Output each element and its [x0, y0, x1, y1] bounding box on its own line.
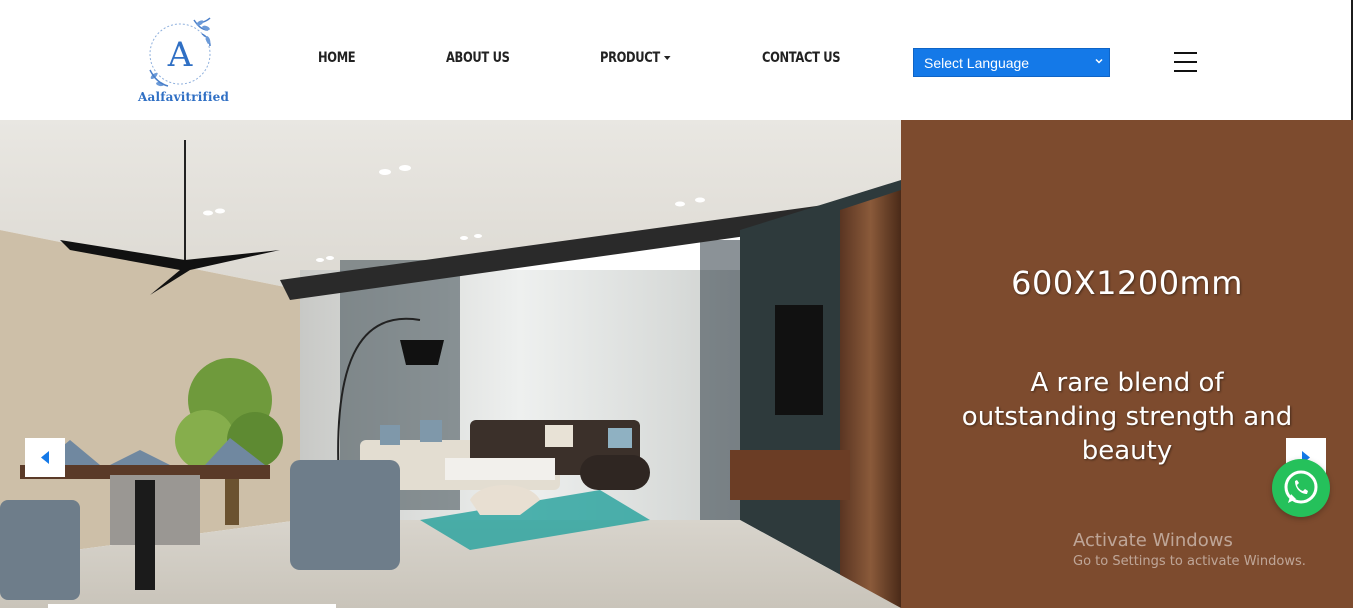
chevron-down-icon [1095, 58, 1103, 64]
nav-about-us[interactable]: ABOUT US [446, 50, 510, 66]
windows-activation-watermark: Activate Windows Go to Settings to activ… [1073, 530, 1306, 572]
svg-text:A: A [167, 35, 193, 75]
caret-left-icon [41, 451, 49, 464]
hamburger-line [1174, 61, 1197, 63]
hero-tagline: A rare blend of outstanding strength and… [961, 368, 1293, 466]
nav-product[interactable]: PRODUCT [600, 50, 671, 66]
carousel-prev-button[interactable] [25, 438, 65, 477]
caret-down-icon [663, 56, 671, 60]
activate-windows-subtitle: Go to Settings to activate Windows. [1073, 554, 1306, 569]
hamburger-line [1174, 52, 1197, 54]
whatsapp-chat-button[interactable] [1272, 459, 1330, 517]
activate-windows-title: Activate Windows [1073, 530, 1233, 551]
language-select-value: Select Language [924, 55, 1030, 71]
page: A Aalfavitrified HOME ABOUT US PRODUCT C… [0, 0, 1353, 608]
whatsapp-icon [1284, 470, 1318, 504]
nav-contact-us[interactable]: CONTACT US [762, 50, 841, 66]
menu-toggle-button[interactable] [1174, 52, 1198, 74]
nav-home[interactable]: HOME [318, 50, 356, 66]
site-header: A Aalfavitrified HOME ABOUT US PRODUCT C… [0, 0, 1353, 120]
hero-size-heading: 600X1200mm [1011, 264, 1243, 302]
nav-product-label: PRODUCT [600, 50, 660, 66]
hamburger-line [1174, 70, 1197, 72]
bottom-scroll-indicator [48, 604, 336, 608]
living-room-illustration [0, 120, 901, 608]
language-select[interactable]: Select Language [913, 48, 1110, 77]
hero-slide-image [0, 120, 901, 608]
brand-name: Aalfavitrified [138, 90, 230, 104]
hero-text-panel: 600X1200mm A rare blend of outstanding s… [901, 120, 1353, 608]
